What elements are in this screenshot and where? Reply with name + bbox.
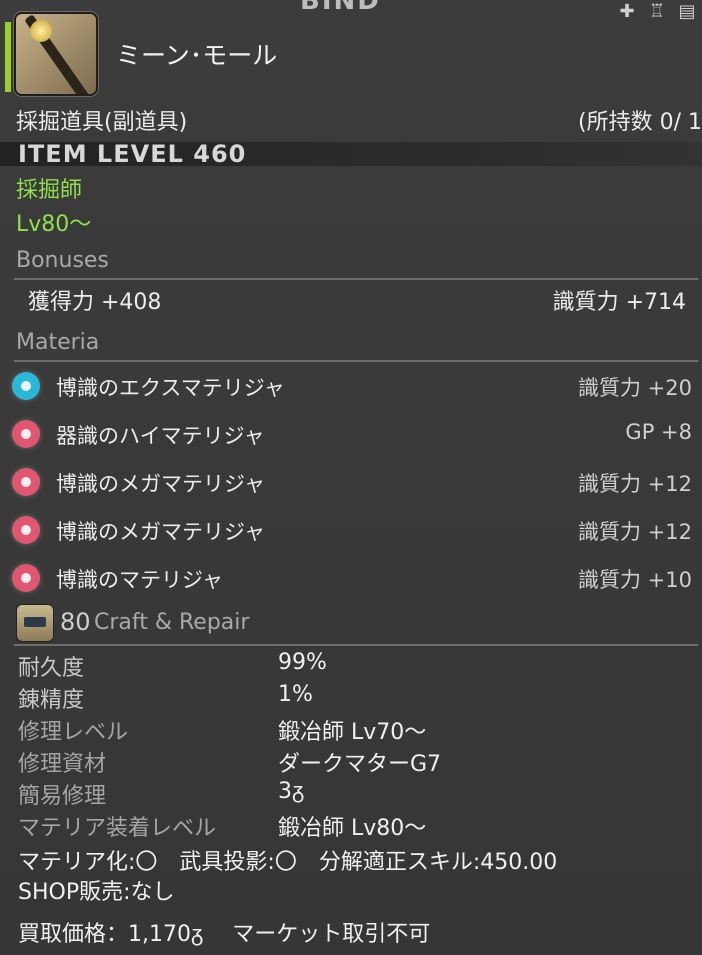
materia-stat: 識質力 +20 (578, 376, 692, 400)
item-level-bar: ITEM LEVEL 460 (0, 140, 702, 168)
craft-row: 修理レベル 鍛冶師 Lv70～ (0, 714, 702, 746)
top-icons: ✚ ♖ ▤ (616, 0, 698, 22)
materia-orb-icon (12, 468, 40, 496)
plus-icon[interactable]: ✚ (616, 0, 638, 22)
materia-row[interactable]: 博識のメガマテリジャ 識質力 +12 (0, 464, 702, 504)
bonuses-title: Bonuses (16, 248, 109, 273)
materia-info-line: マテリア化:〇 武具投影:〇 分解適正スキル:450.00 (18, 850, 558, 875)
craft-key: 錬精度 (18, 688, 85, 713)
craft-value: 1% (278, 682, 313, 707)
bonus-row: 獲得力 +408 識質力 +714 (0, 284, 702, 318)
craft-value: 鍛冶師 Lv80～ (278, 816, 427, 841)
materia-name: 博識のメガマテリジャ (56, 472, 265, 496)
shop-line: SHOP販売:なし (18, 880, 175, 905)
craft-value: ダークマターG7 (278, 752, 442, 777)
materia-stat: 識質力 +10 (578, 568, 692, 592)
craft-key: マテリア装着レベル (18, 816, 217, 841)
item-highlight-bar (5, 22, 11, 92)
armory-icon[interactable]: ▤ (676, 0, 698, 22)
owned-count: (所持数 0/ 1 (578, 110, 702, 135)
craft-title: Craft & Repair (94, 610, 250, 635)
bonus-left: 獲得力 +408 (28, 290, 162, 315)
craft-key: 修理資材 (18, 752, 107, 777)
item-tooltip: BIND ✚ ♖ ▤ ミーン･モール 採掘道具(副道具) (所持数 0/ 1 I… (0, 0, 702, 955)
craft-key: 耐久度 (18, 656, 85, 681)
pickaxe-icon (14, 12, 98, 96)
materia-orb-icon (12, 420, 40, 448)
materia-orb-icon (12, 372, 40, 400)
craft-row: 錬精度 1% (0, 682, 702, 714)
materia-name: 器識のハイマテリジャ (56, 424, 265, 448)
craft-value: 99% (278, 650, 327, 675)
item-level: ITEM LEVEL 460 (18, 140, 247, 168)
price-line: 買取価格：1,170ᵹ マーケット取引不可 (18, 922, 431, 947)
materia-name: 博識のエクスマテリジャ (56, 376, 285, 400)
anvil-icon (16, 604, 54, 642)
craft-row: 耐久度 99% (0, 650, 702, 682)
materia-orb-icon (12, 564, 40, 592)
divider (14, 360, 698, 362)
craft-value: 3ᵹ (278, 779, 305, 804)
bind-label: BIND (300, 0, 381, 16)
job-name: 採掘師 (16, 178, 83, 203)
materia-stat: 識質力 +12 (578, 472, 692, 496)
divider (14, 278, 698, 280)
craft-row: マテリア装着レベル 鍛冶師 Lv80～ (0, 810, 702, 842)
craft-row: 修理資材 ダークマターG7 (0, 746, 702, 778)
materia-stat: GP +8 (625, 420, 692, 444)
materia-stat: 識質力 +12 (578, 520, 692, 544)
item-category: 採掘道具(副道具) (16, 110, 188, 135)
craft-key: 簡易修理 (18, 784, 107, 809)
mannequin-icon[interactable]: ♖ (646, 0, 668, 22)
craft-row: 簡易修理 3ᵹ (0, 778, 702, 810)
materia-row[interactable]: 博識のメガマテリジャ 識質力 +12 (0, 512, 702, 552)
required-level: Lv80～ (16, 212, 92, 237)
materia-title: Materia (16, 330, 100, 355)
materia-name: 博識のメガマテリジャ (56, 520, 265, 544)
materia-name: 博識のマテリジャ (56, 568, 223, 592)
materia-row[interactable]: 器識のハイマテリジャ GP +8 (0, 416, 702, 456)
materia-row[interactable]: 博識のマテリジャ 識質力 +10 (0, 560, 702, 600)
divider (14, 644, 698, 646)
bonus-right: 識質力 +714 (552, 290, 686, 315)
materia-row[interactable]: 博識のエクスマテリジャ 識質力 +20 (0, 368, 702, 408)
craft-level: 80 (60, 608, 91, 636)
craft-value: 鍛冶師 Lv70～ (278, 720, 427, 745)
item-name: ミーン･モール (116, 41, 278, 70)
craft-key: 修理レベル (18, 720, 129, 745)
materia-orb-icon (12, 516, 40, 544)
